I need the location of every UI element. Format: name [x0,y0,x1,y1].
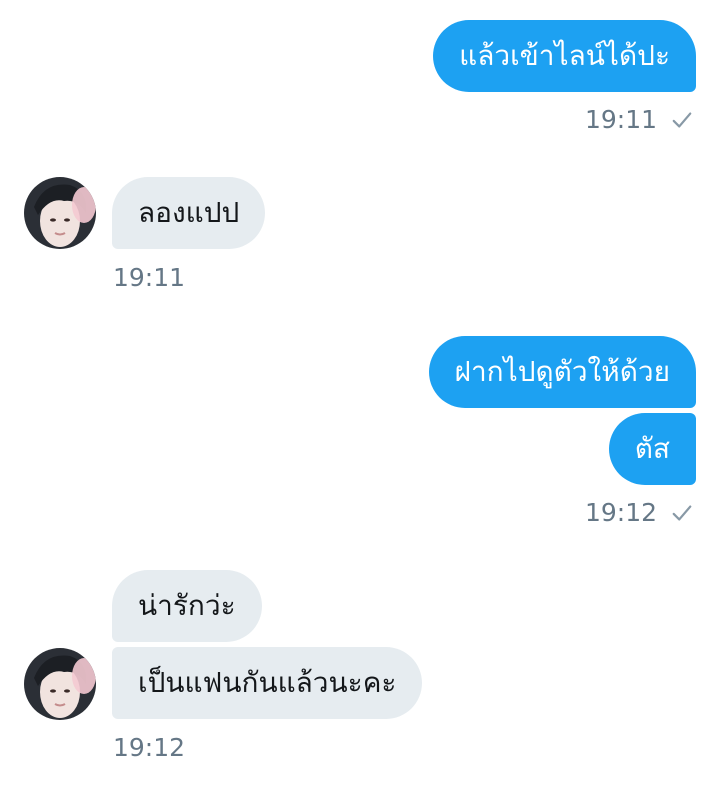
avatar-image [24,177,96,249]
incoming-message-bubble[interactable]: ลองแปป [112,177,266,249]
message-timestamp: 19:11 [584,105,657,134]
check-icon [672,112,692,128]
message-timestamp: 19:12 [584,498,657,527]
outgoing-message-bubble[interactable]: ตัส [608,413,696,485]
sender-avatar[interactable] [24,648,96,720]
sender-avatar[interactable] [24,177,96,249]
message-timestamp: 19:12 [113,733,186,762]
incoming-message-bubble[interactable]: เป็นแฟนกันแล้วนะคะ [112,647,423,719]
message-timestamp: 19:11 [113,263,186,292]
outgoing-message-bubble[interactable]: ฝากไปดูตัวให้ด้วย [428,336,696,408]
avatar-image [24,648,96,720]
outgoing-message-meta: 19:11 [585,105,693,135]
outgoing-message-meta: 19:12 [585,498,693,528]
incoming-message-bubble[interactable]: น่ารักว่ะ [112,570,262,642]
outgoing-message-bubble[interactable]: แล้วเข้าไลน์ได้ปะ [433,20,696,92]
check-icon [672,505,692,521]
